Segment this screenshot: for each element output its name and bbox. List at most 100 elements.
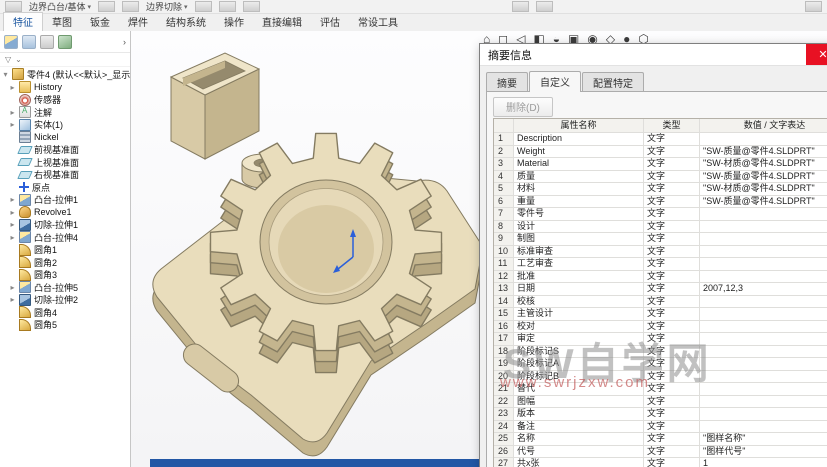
property-row[interactable]: 5 材料 文字 "SW-材质@零件4.SLDPRT" bbox=[494, 183, 827, 196]
tree-item[interactable]: Nickel bbox=[0, 131, 130, 144]
property-name-cell[interactable]: 阶段标记S bbox=[514, 345, 644, 357]
property-name-cell[interactable]: 版本 bbox=[514, 408, 644, 420]
property-type-cell[interactable]: 文字 bbox=[644, 295, 700, 307]
expand-arrow-icon[interactable]: ▸ bbox=[9, 220, 16, 229]
property-row-number[interactable]: 14 bbox=[494, 295, 514, 307]
ribbon-tab-钣金[interactable]: 钣金 bbox=[81, 13, 119, 31]
property-row[interactable]: 26 代号 文字 "图样代号" bbox=[494, 445, 827, 458]
property-value-cell[interactable] bbox=[700, 358, 827, 370]
dimxpert-manager-tab-icon[interactable] bbox=[58, 34, 72, 49]
ribbon-tab-焊件[interactable]: 焊件 bbox=[119, 13, 157, 31]
panel-expand-chevron-icon[interactable]: › bbox=[123, 37, 126, 47]
instant3d-icon[interactable] bbox=[805, 1, 822, 12]
property-name-cell[interactable]: 阶段标记A bbox=[514, 358, 644, 370]
property-name-cell[interactable]: 名称 bbox=[514, 433, 644, 445]
property-row[interactable]: 25 名称 文字 "图样名称" bbox=[494, 433, 827, 446]
ribbon-tab-评估[interactable]: 评估 bbox=[311, 13, 349, 31]
ribbon-tab-特征[interactable]: 特征 bbox=[3, 12, 43, 32]
boundary-cut-button[interactable]: 边界切除 ▾ bbox=[146, 0, 188, 13]
property-value-cell[interactable] bbox=[700, 408, 827, 420]
expand-arrow-icon[interactable]: ▸ bbox=[9, 108, 16, 117]
tree-item[interactable]: 原点 bbox=[0, 181, 130, 194]
tree-item[interactable]: ▸ 凸台-拉伸5 bbox=[0, 281, 130, 294]
ribbon-tab-常设工具[interactable]: 常设工具 bbox=[349, 13, 407, 31]
graphics-viewport[interactable]: ⌂ ◻ ◁ ◧ ◒ ▣ ◉ ◇ ● ⬡ 摘要信息 ✕ 摘要 自定义 配置特定 删除(D) 属性名称 类型… bbox=[131, 31, 827, 467]
property-name-cell[interactable]: 审定 bbox=[514, 333, 644, 345]
property-name-cell[interactable]: 设计 bbox=[514, 220, 644, 232]
properties-grid[interactable]: 属性名称 类型 数值 / 文字表达 1 Description 文字 2 Weight 文字 "S… bbox=[493, 118, 827, 467]
tree-item[interactable]: ▸ 切除-拉伸1 bbox=[0, 218, 130, 232]
property-value-cell[interactable] bbox=[700, 246, 827, 258]
property-row[interactable]: 6 重量 文字 "SW-质量@零件4.SLDPRT" bbox=[494, 195, 827, 208]
property-value-cell[interactable] bbox=[700, 296, 827, 308]
property-name-cell[interactable]: 标准审查 bbox=[514, 245, 644, 257]
property-row[interactable]: 22 图幅 文字 bbox=[494, 395, 827, 408]
property-value-cell[interactable] bbox=[700, 221, 827, 233]
property-row-number[interactable]: 20 bbox=[494, 370, 514, 382]
property-row-number[interactable]: 12 bbox=[494, 270, 514, 282]
property-name-cell[interactable]: 质量 bbox=[514, 170, 644, 182]
property-row-number[interactable]: 23 bbox=[494, 408, 514, 420]
property-row[interactable]: 9 制图 文字 bbox=[494, 233, 827, 246]
property-name-cell[interactable]: 共x张 bbox=[514, 458, 644, 467]
property-value-cell[interactable] bbox=[700, 208, 827, 220]
tree-item[interactable]: ▸ 切除-拉伸2 bbox=[0, 293, 130, 307]
property-row[interactable]: 10 标准审查 文字 bbox=[494, 245, 827, 258]
property-row[interactable]: 8 设计 文字 bbox=[494, 220, 827, 233]
tree-item[interactable]: 前视基准面 bbox=[0, 144, 130, 157]
property-row[interactable]: 24 备注 文字 bbox=[494, 420, 827, 433]
tree-item[interactable]: 传感器 bbox=[0, 93, 130, 107]
property-value-cell[interactable]: 2007,12,3 bbox=[700, 283, 827, 295]
property-value-cell[interactable] bbox=[700, 308, 827, 320]
property-row[interactable]: 17 审定 文字 bbox=[494, 333, 827, 346]
property-type-cell[interactable]: 文字 bbox=[644, 170, 700, 182]
property-name-cell[interactable]: 备注 bbox=[514, 420, 644, 432]
property-row[interactable]: 4 质量 文字 "SW-质量@零件4.SLDPRT" bbox=[494, 170, 827, 183]
property-value-cell[interactable] bbox=[700, 133, 827, 145]
property-row-number[interactable]: 16 bbox=[494, 320, 514, 332]
tree-item[interactable]: 圆角1 bbox=[0, 243, 130, 257]
property-name-cell[interactable]: 批准 bbox=[514, 270, 644, 282]
property-row[interactable]: 3 Material 文字 "SW-材质@零件4.SLDPRT" bbox=[494, 158, 827, 171]
expand-arrow-icon[interactable]: ▸ bbox=[9, 295, 16, 304]
property-row-number[interactable]: 18 bbox=[494, 345, 514, 357]
property-row-number[interactable]: 21 bbox=[494, 383, 514, 395]
expand-arrow-icon[interactable]: ▸ bbox=[9, 283, 16, 292]
collapse-arrow-icon[interactable]: ▾ bbox=[2, 70, 9, 79]
property-type-cell[interactable]: 文字 bbox=[644, 270, 700, 282]
tree-item[interactable]: 圆角2 bbox=[0, 256, 130, 269]
revolve-boss-icon[interactable] bbox=[98, 1, 116, 12]
property-row-number[interactable]: 6 bbox=[494, 195, 514, 207]
property-name-cell[interactable]: 工艺审查 bbox=[514, 258, 644, 270]
property-row[interactable]: 21 替代 文字 bbox=[494, 383, 827, 396]
ribbon-tab-直接编辑[interactable]: 直接编辑 bbox=[253, 13, 311, 31]
property-value-cell[interactable] bbox=[700, 383, 827, 395]
fillet-icon[interactable] bbox=[194, 1, 212, 12]
close-icon[interactable]: ✕ bbox=[806, 44, 827, 65]
property-row-number[interactable]: 17 bbox=[494, 333, 514, 345]
tree-item[interactable]: ▸ History bbox=[0, 81, 130, 94]
property-row-number[interactable]: 8 bbox=[494, 220, 514, 232]
property-name-cell[interactable]: 日期 bbox=[514, 283, 644, 295]
filter-chevron-icon[interactable]: ⌄ bbox=[15, 55, 22, 64]
tree-root-item[interactable]: ▾ 零件4 (默认<<默认>_显示状态 1>) bbox=[0, 67, 130, 81]
property-name-cell[interactable]: Description bbox=[514, 133, 644, 145]
property-name-cell[interactable]: 主管设计 bbox=[514, 308, 644, 320]
property-type-cell[interactable]: 文字 bbox=[644, 283, 700, 295]
property-type-cell[interactable]: 文字 bbox=[644, 208, 700, 220]
tree-item[interactable]: 右视基准面 bbox=[0, 169, 130, 182]
tree-item[interactable]: ▸ 凸台-拉伸4 bbox=[0, 231, 130, 244]
property-type-cell[interactable]: 文字 bbox=[644, 408, 700, 420]
property-type-cell[interactable]: 文字 bbox=[644, 320, 700, 332]
property-row-number[interactable]: 25 bbox=[494, 433, 514, 445]
property-row[interactable]: 13 日期 文字 2007,12,3 bbox=[494, 283, 827, 296]
property-value-cell[interactable]: "SW-质量@零件4.SLDPRT" bbox=[700, 146, 827, 158]
tree-item[interactable]: 圆角4 bbox=[0, 306, 130, 319]
property-name-cell[interactable]: 材料 bbox=[514, 183, 644, 195]
property-row-number[interactable]: 13 bbox=[494, 283, 514, 295]
property-type-cell[interactable]: 文字 bbox=[644, 158, 700, 170]
property-row-number[interactable]: 2 bbox=[494, 145, 514, 157]
ribbon-tab-结构系统[interactable]: 结构系统 bbox=[157, 13, 215, 31]
dialog-tab-自定义[interactable]: 自定义 bbox=[529, 71, 581, 92]
tree-item[interactable]: ▸ Revolve1 bbox=[0, 206, 130, 219]
